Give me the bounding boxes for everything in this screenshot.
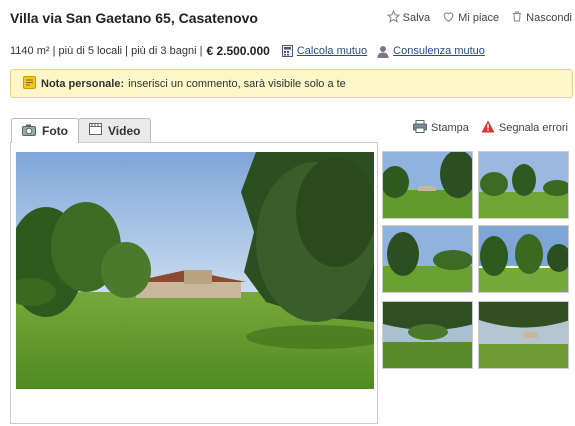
listing-actions: Salva Mi piace Nascondi [386, 9, 572, 26]
print-button[interactable]: Stampa [412, 120, 469, 136]
star-icon [386, 9, 400, 26]
tab-video-label: Video [108, 123, 141, 138]
thumbnail-6[interactable] [478, 301, 569, 369]
hide-button[interactable]: Nascondi [511, 10, 572, 26]
listing-meta: 1140 m² | più di 5 locali | più di 3 bag… [10, 44, 485, 58]
gallery-tools: Stampa Segnala errori [412, 120, 568, 136]
person-icon [377, 45, 389, 58]
print-label: Stampa [430, 122, 469, 134]
calculator-icon [281, 45, 293, 57]
printer-icon [412, 120, 427, 136]
tab-photo-label: Foto [42, 124, 68, 138]
heart-icon [442, 10, 455, 26]
camera-icon [22, 124, 36, 139]
listing-title: Villa via San Gaetano 65, Casatenovo [10, 10, 258, 26]
thumbnail-3[interactable] [382, 225, 473, 293]
mortgage-consult-link[interactable]: Consulenza mutuo [393, 45, 485, 57]
thumbnail-4[interactable] [478, 225, 569, 293]
warning-icon [481, 120, 495, 136]
personal-note-box[interactable]: Nota personale: inserisci un commento, s… [10, 69, 573, 98]
thumbnail-5[interactable] [382, 301, 473, 369]
like-button[interactable]: Mi piace [442, 10, 499, 26]
hide-label: Nascondi [526, 12, 572, 24]
thumbnail-2[interactable] [478, 151, 569, 219]
listing-price: € 2.500.000 [206, 44, 270, 58]
mortgage-calc-link[interactable]: Calcola mutuo [297, 45, 367, 57]
main-photo[interactable] [16, 152, 374, 389]
save-button[interactable]: Salva [386, 9, 431, 26]
like-label: Mi piace [458, 12, 500, 24]
trash-icon [511, 10, 523, 26]
report-label: Segnala errori [498, 122, 568, 134]
save-label: Salva [402, 12, 431, 24]
note-text: inserisci un commento, sarà visibile sol… [128, 77, 346, 90]
film-icon [89, 123, 102, 138]
note-icon [23, 75, 36, 92]
thumbnail-1[interactable] [382, 151, 473, 219]
note-label: Nota personale: [41, 77, 125, 90]
tab-photo[interactable]: Foto [11, 118, 79, 143]
report-errors-button[interactable]: Segnala errori [481, 120, 568, 136]
tab-video[interactable]: Video [78, 118, 152, 142]
listing-details: 1140 m² | più di 5 locali | più di 3 bag… [10, 45, 203, 57]
